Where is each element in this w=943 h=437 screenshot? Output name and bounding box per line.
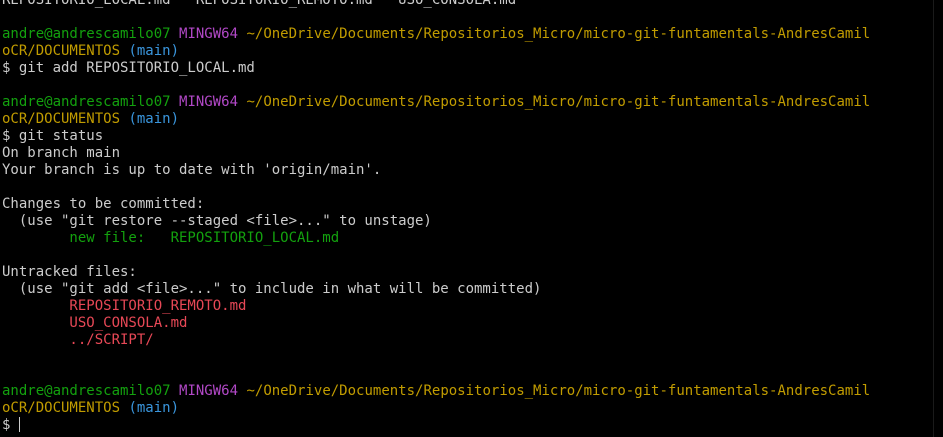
terminal-line: Changes to be committed: <box>2 196 932 213</box>
terminal-text-segment: REPOSITORIO_REMOTO.md <box>2 298 247 314</box>
terminal-text-segment: On branch main <box>2 145 121 161</box>
terminal-line: $ git status <box>2 128 932 145</box>
terminal-text-segment: ~/OneDrive/Documents/Repositorios_Micro/… <box>246 94 871 110</box>
terminal-text-segment: ~/OneDrive/Documents/Repositorios_Micro/… <box>246 26 871 42</box>
terminal-text-segment: andre@andrescamilo07 <box>2 26 171 42</box>
terminal-window[interactable]: REPOSITORIO_LOCAL.md REPOSITORIO_REMOTO.… <box>0 0 943 437</box>
terminal-text-segment: (use "git add <file>..." to include in w… <box>2 281 542 297</box>
terminal-text-segment: REPOSITORIO_LOCAL.md REPOSITORIO_REMOTO.… <box>2 0 517 8</box>
terminal-text-segment: oCR/DOCUMENTOS <box>2 43 121 59</box>
terminal-text-segment: MINGW64 <box>179 383 239 399</box>
terminal-text-segment: Changes to be committed: <box>2 196 205 212</box>
terminal-line: andre@andrescamilo07 MINGW64 ~/OneDrive/… <box>2 383 932 400</box>
terminal-line: oCR/DOCUMENTOS (main) <box>2 43 932 60</box>
terminal-text-segment: andre@andrescamilo07 <box>2 94 171 110</box>
terminal-line: Your branch is up to date with 'origin/m… <box>2 162 932 179</box>
terminal-line: USO_CONSOLA.md <box>2 315 932 332</box>
terminal-text-segment: (main) <box>128 400 180 416</box>
terminal-text-segment: (use "git restore --staged <file>..." to… <box>2 213 432 229</box>
terminal-text-segment: (main) <box>128 111 180 127</box>
terminal-text-segment: USO_CONSOLA.md <box>2 315 188 331</box>
vertical-scrollbar[interactable] <box>933 0 943 437</box>
terminal-line: oCR/DOCUMENTOS (main) <box>2 111 932 128</box>
terminal-text-segment: new file: REPOSITORIO_LOCAL.md <box>2 230 340 246</box>
terminal-line: Untracked files: <box>2 264 932 281</box>
terminal-line: REPOSITORIO_LOCAL.md REPOSITORIO_REMOTO.… <box>2 0 932 9</box>
terminal-text-segment: MINGW64 <box>179 26 239 42</box>
terminal-line: $ git add REPOSITORIO_LOCAL.md <box>2 60 932 77</box>
text-cursor[interactable] <box>18 417 20 432</box>
terminal-text-segment: Untracked files: <box>2 264 137 280</box>
terminal-text-segment: ~/OneDrive/Documents/Repositorios_Micro/… <box>246 383 871 399</box>
terminal-line: REPOSITORIO_REMOTO.md <box>2 298 932 315</box>
terminal-line: (use "git add <file>..." to include in w… <box>2 281 932 298</box>
terminal-text-segment: MINGW64 <box>179 94 239 110</box>
terminal-line: On branch main <box>2 145 932 162</box>
terminal-output: REPOSITORIO_LOCAL.md REPOSITORIO_REMOTO.… <box>2 0 932 434</box>
terminal-text-segment: Your branch is up to date with 'origin/m… <box>2 162 382 178</box>
terminal-text-segment: oCR/DOCUMENTOS <box>2 111 121 127</box>
terminal-text-segment: $ git status <box>2 128 104 144</box>
terminal-line: oCR/DOCUMENTOS (main) <box>2 400 932 417</box>
terminal-text-segment: oCR/DOCUMENTOS <box>2 400 121 416</box>
terminal-text-segment: $ <box>2 417 19 433</box>
terminal-text-segment: andre@andrescamilo07 <box>2 383 171 399</box>
terminal-text-segment: $ git add REPOSITORIO_LOCAL.md <box>2 60 255 76</box>
terminal-line: (use "git restore --staged <file>..." to… <box>2 213 932 230</box>
terminal-text-segment: (main) <box>128 43 180 59</box>
terminal-line: andre@andrescamilo07 MINGW64 ~/OneDrive/… <box>2 26 932 43</box>
terminal-line: $ <box>2 417 932 434</box>
terminal-text-segment: ../SCRIPT/ <box>2 332 154 348</box>
terminal-line: ../SCRIPT/ <box>2 332 932 349</box>
terminal-line: andre@andrescamilo07 MINGW64 ~/OneDrive/… <box>2 94 932 111</box>
terminal-line: new file: REPOSITORIO_LOCAL.md <box>2 230 932 247</box>
